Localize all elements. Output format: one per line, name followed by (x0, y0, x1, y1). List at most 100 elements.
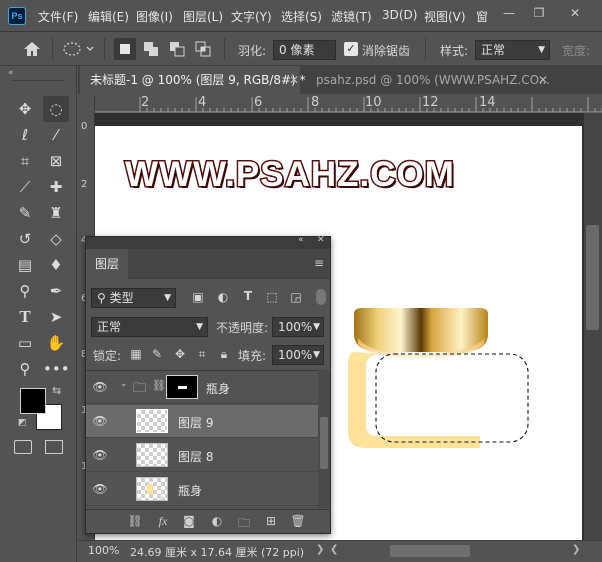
layers-scrollbar-thumb[interactable] (320, 417, 328, 469)
rectangle-icon[interactable]: ▭ (12, 330, 38, 356)
default-colors-icon[interactable]: ◩ (18, 418, 27, 428)
panel-menu-icon[interactable]: ≡ (314, 256, 324, 270)
fill-input[interactable]: 100% ▼ (272, 345, 324, 365)
dodge-icon[interactable]: ⚲ (12, 278, 38, 304)
fx-icon[interactable]: fx (154, 514, 172, 529)
link-icon[interactable]: ⛓︎ (152, 379, 166, 392)
document-size[interactable]: 24.69 厘米 x 17.64 厘米 (72 ppi) (130, 544, 304, 560)
filter-shape-icon[interactable]: ⬚ (264, 290, 280, 304)
eye-icon[interactable]: 👁︎ (92, 448, 108, 462)
vertical-scrollbar-thumb[interactable] (586, 225, 599, 330)
filter-adjustment-icon[interactable]: ◐ (215, 290, 231, 304)
blur-icon[interactable]: ♦ (43, 252, 69, 278)
menu-image[interactable]: 图像(I) (136, 8, 173, 25)
filter-toggle[interactable] (316, 289, 326, 305)
quick-mask-icon[interactable] (14, 440, 32, 454)
menu-select[interactable]: 选择(S) (281, 8, 322, 25)
new-layer-icon[interactable]: ⊞ (262, 514, 280, 528)
feather-input[interactable]: 0 像素 (273, 40, 336, 60)
menu-edit[interactable]: 编辑(E) (88, 8, 129, 25)
layer-row-layer-8[interactable]: 👁︎ 图层 8 (86, 439, 318, 472)
chevron-down-icon[interactable]: ⌄ (120, 379, 128, 389)
collapse-toolbox-icon[interactable]: « (8, 68, 14, 78)
foreground-color-swatch[interactable] (20, 388, 46, 414)
menu-layer[interactable]: 图层(L) (183, 8, 223, 25)
layer-name[interactable]: 图层 8 (178, 448, 213, 465)
filter-type-icon[interactable]: T (240, 289, 256, 303)
layer-name[interactable]: 图层 9 (178, 414, 213, 431)
tab-layers[interactable]: 图层 (86, 249, 128, 279)
menu-view[interactable]: 视图(V) (424, 8, 466, 25)
home-icon[interactable] (22, 40, 42, 58)
elliptical-marquee-preset-icon[interactable] (62, 40, 96, 58)
frame-icon[interactable]: ⊠ (43, 148, 69, 174)
close-window-button[interactable]: ✕ (560, 0, 590, 26)
screen-mode-icon[interactable] (45, 440, 63, 454)
gradient-icon[interactable]: ▤ (12, 252, 38, 278)
menu-type[interactable]: 文字(Y) (231, 8, 272, 25)
layer-row-group[interactable]: 👁︎ ⌄ 🗀︎ ⛓︎ 瓶身 (86, 371, 318, 404)
layer-row-bottle[interactable]: 👁︎ ⧉ 瓶身 (86, 473, 318, 506)
collapse-panel-icon[interactable]: « (298, 235, 304, 245)
horizontal-scrollbar-thumb[interactable] (390, 545, 470, 557)
lock-image-icon[interactable]: ✎ (149, 347, 165, 361)
close-tab-icon[interactable]: ✕ (538, 73, 548, 87)
tab-untitled-1[interactable]: 未标题-1 @ 100% (图层 9, RGB/8#) * (80, 66, 306, 94)
scroll-left-icon[interactable]: ❮ (330, 544, 338, 555)
eye-icon[interactable]: 👁︎ (92, 482, 108, 496)
antialias-checkbox[interactable]: ✓ (344, 42, 358, 56)
marquee-icon[interactable]: ◌ (43, 96, 69, 122)
close-panel-icon[interactable]: ✕ (317, 235, 325, 245)
panel-title-bar[interactable]: « ✕ (86, 235, 330, 249)
swap-colors-icon[interactable]: ⇆ (52, 384, 61, 397)
adjustment-layer-icon[interactable]: ◐ (208, 514, 226, 528)
layer-name[interactable]: 瓶身 (206, 380, 230, 397)
lock-transparent-icon[interactable]: ▦ (128, 347, 144, 361)
menu-window[interactable]: 窗 (476, 8, 488, 25)
eyedropper-icon[interactable]: ⟋ (12, 174, 38, 200)
menu-3d[interactable]: 3D(D) (382, 8, 417, 22)
stamp-icon[interactable]: ♜ (43, 200, 69, 226)
filter-pixel-icon[interactable]: ▣ (190, 290, 206, 304)
zoom-icon[interactable]: ⚲ (12, 356, 38, 382)
status-arrow-icon[interactable]: ❯ (316, 544, 324, 555)
lock-artboard-icon[interactable]: ⌗ (194, 347, 210, 362)
hand-icon[interactable]: ✋ (43, 330, 69, 356)
path-select-icon[interactable]: ➤ (43, 304, 69, 330)
delete-layer-icon[interactable]: 🗑︎ (289, 514, 307, 528)
restore-button[interactable]: ❐ (524, 0, 554, 26)
opacity-input[interactable]: 100% ▼ (272, 317, 324, 337)
lock-position-icon[interactable]: ✥ (172, 347, 188, 361)
close-tab-icon[interactable]: ✕ (289, 73, 299, 87)
magic-wand-icon[interactable]: ⁄ (43, 122, 69, 148)
type-icon[interactable]: T (12, 304, 38, 330)
brush-icon[interactable]: ✎ (12, 200, 38, 226)
lasso-icon[interactable]: ℓ (12, 122, 38, 148)
pen-icon[interactable]: ✒ (43, 278, 69, 304)
link-layers-icon[interactable]: ⛓︎ (126, 514, 144, 528)
lock-all-icon[interactable]: 🔒︎ (216, 347, 232, 362)
more-tools-icon[interactable]: ••• (43, 356, 70, 382)
style-select[interactable]: 正常 ▼ (475, 40, 550, 60)
minimize-button[interactable]: — (494, 0, 524, 26)
history-brush-icon[interactable]: ↺ (12, 226, 38, 252)
scroll-right-icon[interactable]: ❯ (572, 544, 580, 555)
eye-icon[interactable]: 👁︎ (92, 414, 108, 428)
add-mask-icon[interactable]: ◙ (180, 514, 198, 528)
filter-smart-object-icon[interactable]: ◲ (288, 290, 304, 304)
zoom-level[interactable]: 100% (88, 544, 119, 557)
add-selection-icon[interactable] (140, 38, 162, 60)
menu-filter[interactable]: 滤镜(T) (331, 8, 372, 25)
layer-name[interactable]: 瓶身 (178, 482, 202, 499)
tab-psahz[interactable]: psahz.psd @ 100% (WWW.PSAHZ.CO... (306, 66, 552, 94)
new-group-icon[interactable]: 🗀︎ (235, 514, 253, 535)
layer-row-layer-9[interactable]: 👁︎ 图层 9 (86, 405, 318, 438)
new-selection-icon[interactable] (114, 38, 136, 60)
crop-icon[interactable]: ⌗ (12, 148, 38, 174)
blend-mode-select[interactable]: 正常 ▼ (91, 317, 208, 337)
move-icon[interactable]: ✥ (12, 96, 38, 122)
layer-mask-thumbnail[interactable] (166, 375, 198, 399)
eraser-icon[interactable]: ◇ (43, 226, 69, 252)
subtract-selection-icon[interactable] (166, 38, 188, 60)
eye-icon[interactable]: 👁︎ (92, 380, 108, 394)
